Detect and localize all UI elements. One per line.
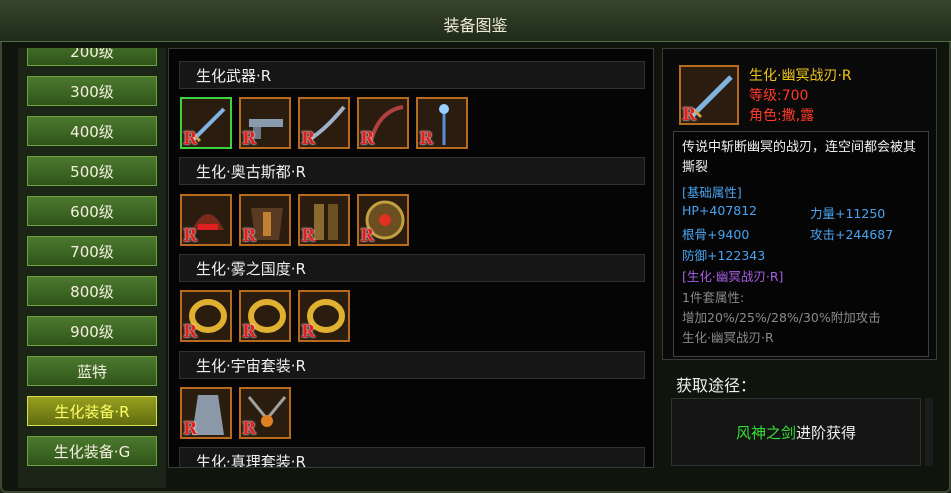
category-header: 生化·宇宙套装·R <box>179 351 645 379</box>
set-item: 生化·幽冥战刃·R <box>682 330 774 345</box>
rarity-mark: R <box>242 322 257 342</box>
menu-item-800[interactable]: 800级 <box>25 274 159 308</box>
obtain-title: 获取途径： <box>676 376 757 395</box>
rarity-mark: R <box>183 322 198 342</box>
item-slot-shield[interactable]: R <box>357 194 409 246</box>
rarity-mark: R <box>183 226 198 246</box>
category-header: 生化·奥古斯都·R <box>179 157 645 185</box>
base-attr-header: [基础属性] <box>682 185 742 200</box>
item-slot-sword[interactable]: R <box>180 97 232 149</box>
item-slot-ring[interactable]: R <box>180 290 232 342</box>
menu-item-600[interactable]: 600级 <box>25 194 159 228</box>
menu-item-400[interactable]: 400级 <box>25 114 159 148</box>
obtain-source: 风神之剑 进阶获得 <box>671 398 921 466</box>
rarity-mark: R <box>183 129 198 149</box>
rarity-mark: R <box>301 226 316 246</box>
menu-item-500[interactable]: 500级 <box>25 154 159 188</box>
item-description-box: 传说中斩断幽冥的战刃，连空间都会被其撕裂 [基础属性] HP+407812 力量… <box>673 131 929 357</box>
level-menu: 200级 300级 400级 500级 600级 700级 800级 900级 … <box>18 48 166 488</box>
item-slot-blade[interactable]: R <box>298 97 350 149</box>
attr-strength: 力量+11250 <box>810 206 886 221</box>
menu-item-bio-r[interactable]: 生化装备·R <box>25 394 159 428</box>
item-slot-bow[interactable]: R <box>357 97 409 149</box>
rarity-mark: R <box>360 129 375 149</box>
rarity-mark: R <box>242 419 257 439</box>
item-slot-necklace[interactable]: R <box>239 387 291 439</box>
set-bonus: 增加20%/25%/28%/30%附加攻击 <box>682 310 881 325</box>
item-slot-ring[interactable]: R <box>298 290 350 342</box>
item-slot-greaves[interactable]: R <box>298 194 350 246</box>
category-header: 生化武器·R <box>179 61 645 89</box>
rarity-mark: R <box>419 129 434 149</box>
item-detail-panel: R 生化·幽冥战刃·R 等级:700 角色:撒,露 传说中斩断幽冥的战刃，连空间… <box>662 48 937 360</box>
menu-item-blue[interactable]: 蓝特 <box>25 354 159 388</box>
item-slot-helmet[interactable]: R <box>180 194 232 246</box>
equipment-list: 生化武器·R 生化·奥古斯都·R 生化·雾之国度·R 生化·宇宙套装·R 生化·… <box>168 48 654 468</box>
detail-item-slot: R <box>679 65 739 125</box>
rarity-mark: R <box>242 129 257 149</box>
rarity-mark: R <box>242 226 257 246</box>
item-description: 传说中斩断幽冥的战刃，连空间都会被其撕裂 <box>682 140 917 175</box>
item-slot-staff[interactable]: R <box>416 97 468 149</box>
set-count: 1件套属性: <box>682 290 745 305</box>
rarity-mark: R <box>301 129 316 149</box>
attr-attack: 攻击+244687 <box>810 227 894 242</box>
menu-item-200[interactable]: 200级 <box>25 48 159 68</box>
menu-item-900[interactable]: 900级 <box>25 314 159 348</box>
category-header: 生化·雾之国度·R <box>179 254 645 282</box>
rarity-mark: R <box>183 419 198 439</box>
obtain-action: 进阶获得 <box>796 423 857 442</box>
attr-hp: HP+407812 <box>682 203 758 218</box>
item-role: 角色:撒,露 <box>749 108 815 124</box>
rarity-mark: R <box>360 226 375 246</box>
item-slot-armor[interactable]: R <box>239 194 291 246</box>
rarity-mark: R <box>301 322 316 342</box>
rarity-mark: R <box>682 105 697 125</box>
window-title: 装备图鉴 <box>443 16 508 35</box>
set-name: [生化·幽冥战刃·R] <box>682 269 784 284</box>
item-name: 生化·幽冥战刃·R <box>749 68 852 84</box>
item-slot-gun[interactable]: R <box>239 97 291 149</box>
attr-bone: 根骨+9400 <box>682 227 750 242</box>
obtain-scrollbar[interactable] <box>925 398 933 466</box>
title-bar: 装备图鉴 <box>0 0 951 42</box>
item-level: 等级:700 <box>749 88 809 104</box>
item-slot-robe[interactable]: R <box>180 387 232 439</box>
item-slot-ring[interactable]: R <box>239 290 291 342</box>
menu-item-700[interactable]: 700级 <box>25 234 159 268</box>
obtain-source-link[interactable]: 风神之剑 <box>736 422 796 443</box>
menu-item-bio-g[interactable]: 生化装备·G <box>25 434 159 468</box>
menu-item-300[interactable]: 300级 <box>25 74 159 108</box>
category-header: 生化·真理套装·R <box>179 447 645 467</box>
attr-defense: 防御+122343 <box>682 248 766 263</box>
